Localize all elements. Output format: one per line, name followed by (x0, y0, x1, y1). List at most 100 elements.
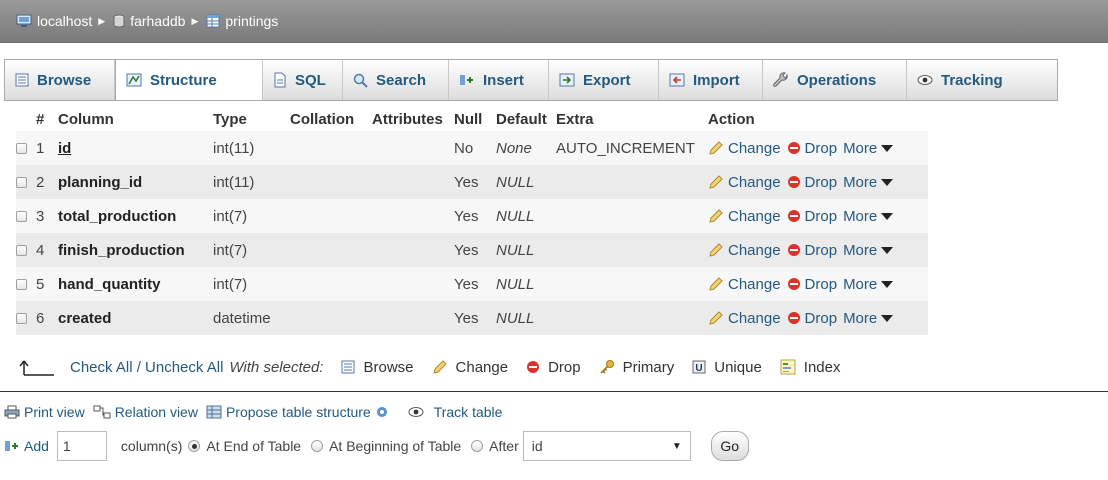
drop-button[interactable]: Drop (787, 242, 837, 259)
change-label: Change (728, 241, 781, 259)
drop-button[interactable]: Drop (787, 276, 837, 293)
bulk-browse-button[interactable]: Browse (341, 359, 414, 376)
column-name[interactable]: id (58, 140, 213, 157)
more-dropdown[interactable]: More (843, 275, 894, 293)
drop-button[interactable]: Drop (787, 310, 837, 327)
column-null: Yes (454, 309, 479, 327)
header-action: Action (708, 110, 755, 128)
bulk-change-label: Change (455, 358, 509, 376)
drop-icon (527, 361, 540, 373)
tab-sql[interactable]: SQL (263, 60, 343, 100)
import-icon (669, 73, 685, 87)
row-checkbox[interactable] (16, 210, 27, 222)
header-default: Default (496, 110, 547, 128)
breadcrumb-database[interactable]: farhaddb (113, 13, 185, 29)
tab-tracking-label: Tracking (941, 71, 1003, 89)
header-type: Type (213, 110, 247, 128)
more-dropdown[interactable]: More (843, 173, 894, 191)
breadcrumb-table[interactable]: printings (206, 13, 278, 29)
header-collation: Collation (290, 110, 355, 128)
change-button[interactable]: Change (708, 208, 781, 225)
row-checkbox[interactable] (16, 142, 27, 154)
at-beginning-radio[interactable] (311, 440, 324, 452)
drop-icon (787, 210, 800, 222)
row-number: 4 (36, 241, 45, 259)
drop-button[interactable]: Drop (787, 174, 837, 191)
key-icon (600, 360, 614, 374)
propose-table-icon (206, 405, 222, 419)
help-icon[interactable] (376, 406, 388, 418)
bulk-action-bar: Check All / Uncheck All With selected: B… (16, 352, 1016, 382)
change-button[interactable]: Change (708, 242, 781, 259)
row-checkbox[interactable] (16, 312, 27, 324)
change-button[interactable]: Change (708, 276, 781, 293)
row-actions: Change Drop More (708, 310, 928, 327)
tab-search[interactable]: Search (343, 60, 449, 100)
tab-insert-label: Insert (483, 71, 524, 89)
drop-button[interactable]: Drop (787, 208, 837, 225)
tab-insert[interactable]: Insert (449, 60, 549, 100)
caret-down-icon (881, 178, 894, 186)
column-name: finish_production (58, 241, 185, 259)
relation-view-link[interactable]: Relation view (93, 404, 198, 420)
bulk-primary-button[interactable]: Primary (599, 359, 674, 376)
index-icon (780, 359, 796, 375)
propose-structure-label: Propose table structure (225, 404, 371, 420)
after-radio[interactable] (471, 440, 484, 452)
track-table-label: Track table (433, 404, 503, 420)
table-links: Print view Relation view Propose table s… (4, 400, 510, 424)
more-label: More (843, 173, 878, 191)
tab-tracking[interactable]: Tracking (907, 60, 1033, 100)
more-label: More (843, 275, 878, 293)
go-button[interactable]: Go (710, 431, 749, 461)
tab-browse[interactable]: Browse (5, 60, 115, 100)
row-checkbox[interactable] (16, 176, 27, 188)
bulk-index-button[interactable]: Index (780, 359, 841, 376)
change-button[interactable]: Change (708, 310, 781, 327)
sql-icon (274, 72, 286, 88)
propose-structure-link[interactable]: Propose table structure (206, 404, 392, 420)
more-dropdown[interactable]: More (843, 140, 894, 157)
column-default: NULL (496, 241, 535, 259)
with-selected-label: With selected: (229, 358, 324, 376)
bulk-unique-button[interactable]: U Unique (692, 359, 762, 376)
at-end-radio[interactable] (188, 440, 201, 452)
change-label: Change (728, 309, 781, 327)
pencil-icon (709, 311, 723, 325)
print-view-link[interactable]: Print view (4, 404, 85, 420)
more-dropdown[interactable]: More (843, 208, 894, 225)
breadcrumb-server[interactable]: localhost (16, 13, 92, 29)
row-checkbox[interactable] (16, 278, 27, 290)
browse-icon (341, 360, 355, 374)
bulk-drop-button[interactable]: Drop (526, 359, 581, 376)
tab-structure[interactable]: Structure (115, 60, 263, 100)
change-button[interactable]: Change (708, 140, 781, 157)
column-type: int(7) (213, 275, 248, 293)
wrench-icon (773, 72, 788, 87)
change-button[interactable]: Change (708, 174, 781, 191)
column-extra: AUTO_INCREMENT (556, 139, 695, 157)
change-label: Change (728, 207, 781, 225)
more-dropdown[interactable]: More (843, 242, 894, 259)
eye-icon (917, 75, 933, 85)
check-all-link[interactable]: Check All / Uncheck All (70, 359, 223, 376)
arrow-up-left-icon (19, 360, 54, 376)
after-column-select[interactable]: id ▼ (522, 431, 691, 461)
tab-import[interactable]: Import (659, 60, 763, 100)
tab-export[interactable]: Export (549, 60, 659, 100)
dropdown-arrow-icon: ▼ (671, 440, 682, 452)
tab-export-label: Export (583, 71, 631, 89)
add-count-input[interactable]: 1 (56, 431, 107, 461)
bulk-unique-label: Unique (714, 358, 762, 376)
row-checkbox[interactable] (16, 244, 27, 256)
row-number: 6 (36, 309, 45, 327)
row-number: 2 (36, 173, 45, 191)
drop-button[interactable]: Drop (787, 140, 837, 157)
track-table-link[interactable]: Track table (408, 404, 503, 420)
bulk-change-button[interactable]: Change (432, 358, 509, 376)
tab-operations[interactable]: Operations (763, 60, 907, 100)
column-name: created (58, 309, 112, 327)
pencil-icon (709, 141, 723, 155)
more-dropdown[interactable]: More (843, 310, 894, 327)
tab-structure-label: Structure (150, 71, 217, 89)
